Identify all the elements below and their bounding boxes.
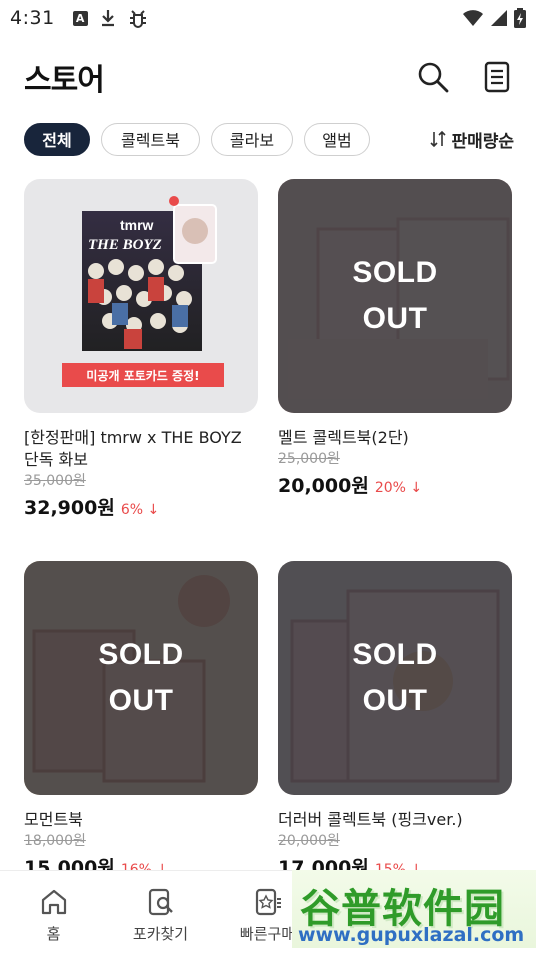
filter-bar: 전체 콜렉트북 콜라보 앨범 판매량순 [24, 122, 514, 156]
product-price: 32,900원 [24, 497, 115, 519]
battery-icon [514, 8, 526, 28]
bug-icon [129, 10, 146, 28]
product-name: 멜트 콜렉트북(2단) [278, 428, 409, 447]
sold-out-text: SOLD [98, 638, 184, 671]
order-list-button[interactable] [480, 60, 514, 94]
watermark: 谷普软件园 www.gupuxlazal.com [292, 870, 536, 948]
filter-chip-all[interactable]: 전체 [24, 122, 90, 156]
product-price: 20,000원 [278, 475, 369, 497]
product-thumbnail[interactable]: SOLD OUT [278, 561, 512, 795]
product-discount: 20% ↓ [374, 480, 423, 496]
page-title: 스토어 [24, 63, 105, 98]
sold-out-text: OUT [362, 684, 428, 717]
sold-out-text: OUT [362, 302, 428, 335]
order-list-icon [484, 61, 510, 93]
product-price-row: 32,900원 6% ↓ [24, 493, 258, 520]
product-thumbnail[interactable]: tmrw THE BOYZ 미공개 포토카드 증정! [24, 179, 258, 413]
nav-label: 포카찾기 [132, 925, 189, 943]
status-icons-right [462, 8, 526, 28]
sold-out-overlay: SOLD OUT [278, 561, 512, 795]
sold-out-text: OUT [108, 684, 174, 717]
sort-label: 판매량순 [451, 131, 514, 152]
filter-chip-collectbook[interactable]: 콜렉트북 [101, 122, 200, 156]
sold-out-text: SOLD [352, 638, 438, 671]
product-name: 모먼트북 [24, 810, 83, 829]
sold-out-overlay: SOLD OUT [278, 179, 512, 413]
wifi-icon [463, 10, 483, 26]
product-original-price: 20,000원 [278, 833, 340, 849]
product-original-price: 35,000원 [24, 473, 86, 489]
status-bar: 4:31 A [0, 0, 536, 36]
product-price-row: 20,000원 20% ↓ [278, 471, 512, 498]
product-name: 더러버 콜렉트북 (핑크ver.) [278, 810, 463, 829]
watermark-url: www.gupuxlazal.com [298, 924, 525, 946]
promo-banner-text: 미공개 포토카드 증정! [86, 368, 200, 383]
sold-out-text: SOLD [352, 256, 438, 289]
header: 스토어 [24, 54, 514, 100]
product-name: [한정판매] tmrw x THE BOYZ 단독 화보 [24, 428, 242, 469]
search-button[interactable] [416, 60, 450, 94]
magazine-title: tmrw [120, 217, 154, 233]
signal-icon [491, 10, 507, 26]
product-discount: 6% ↓ [120, 502, 160, 518]
quick-buy-icon [255, 888, 281, 916]
header-actions [416, 60, 514, 94]
sort-arrows-icon [430, 130, 447, 148]
download-icon [101, 10, 114, 27]
nav-item-home[interactable]: 홈 [0, 871, 107, 954]
product-card[interactable]: tmrw THE BOYZ 미공개 포토카드 증정! [한정판매] tmrw x… [24, 179, 258, 520]
product-card[interactable]: SOLD OUT 더러버 콜렉트북 (핑크ver.) 20,000원 17,00… [278, 561, 512, 880]
status-icons-left: A [72, 8, 148, 28]
sold-out-overlay: SOLD OUT [24, 561, 258, 795]
magazine-subtitle: THE BOYZ [88, 237, 162, 253]
nav-label: 홈 [46, 925, 61, 943]
sort-button[interactable]: 판매량순 [429, 127, 514, 152]
product-original-price: 25,000원 [278, 451, 340, 467]
product-thumbnail[interactable]: SOLD OUT [24, 561, 258, 795]
search-icon [418, 62, 449, 93]
nav-item-photocard-search[interactable]: 포카찾기 [107, 871, 214, 954]
a-icon: A [72, 10, 88, 26]
filter-chip-collab[interactable]: 콜라보 [211, 122, 293, 156]
card-search-icon [148, 888, 173, 916]
filter-chip-album[interactable]: 앨범 [304, 122, 370, 156]
product-card[interactable]: SOLD OUT 모먼트북 18,000원 15,000원 16% ↓ [24, 561, 258, 880]
product-original-price: 18,000원 [24, 833, 86, 849]
home-icon [41, 889, 66, 915]
product-thumbnail[interactable]: SOLD OUT [278, 179, 512, 413]
nav-label: 빠른구매 [239, 925, 296, 943]
status-time: 4:31 [10, 7, 55, 29]
product-card[interactable]: SOLD OUT 멜트 콜렉트북(2단) 25,000원 20,000원 20%… [278, 179, 512, 498]
